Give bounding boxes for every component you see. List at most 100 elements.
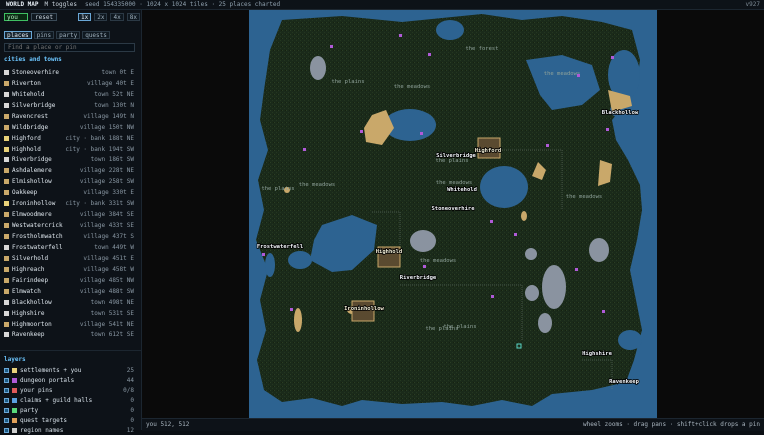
player-position: you 512, 512 xyxy=(146,421,190,428)
zoom-button-2x[interactable]: 2x xyxy=(94,13,108,21)
place-item[interactable]: Elmwoodmere village 384t SE xyxy=(4,209,137,220)
place-name: Highreach xyxy=(12,265,45,273)
place-item[interactable]: Silverbridge town 130t N xyxy=(4,100,137,111)
layer-toggle[interactable]: settlements + you 25 xyxy=(4,365,137,375)
place-item[interactable]: Elmwatch village 488t SW xyxy=(4,286,137,297)
place-name: Highhold xyxy=(12,145,41,153)
place-item[interactable]: Ironinhollow city · bank 331t SW xyxy=(4,198,137,209)
tab-party[interactable]: party xyxy=(56,31,81,39)
tab-places[interactable]: places xyxy=(4,31,32,39)
place-swatch xyxy=(4,69,9,75)
sidebar-tabs: places pins party quests xyxy=(4,31,110,39)
place-item[interactable]: Ravencrest village 149t N xyxy=(4,111,137,122)
place-name: Ashdalemere xyxy=(12,167,52,175)
layer-toggle[interactable]: region names 12 xyxy=(4,425,137,435)
zoom-button-1x[interactable]: 1x xyxy=(78,13,92,21)
place-name: Silverbridge xyxy=(12,101,56,109)
version-label: v927 xyxy=(745,1,760,8)
place-swatch xyxy=(4,255,9,261)
layer-swatch xyxy=(12,387,17,393)
settlement-label[interactable]: Stoneoverhire xyxy=(431,205,476,213)
checkbox-icon[interactable] xyxy=(4,387,9,393)
place-swatch xyxy=(4,179,9,185)
settlement-label[interactable]: Whitehold xyxy=(446,186,477,194)
zoom-selector: 1x 2x 4x 8x xyxy=(78,13,140,21)
app-title: WORLD MAP xyxy=(6,1,39,8)
place-item[interactable]: Highshire town 531t SE xyxy=(4,308,137,319)
layer-name: settlements + you xyxy=(20,366,82,374)
checkbox-icon[interactable] xyxy=(4,427,9,433)
place-swatch xyxy=(4,146,9,152)
settlement-label[interactable]: Ironinhollow xyxy=(343,305,385,313)
place-meta: village 433t SE xyxy=(79,222,134,230)
place-name: Riverbridge xyxy=(12,156,52,164)
settlement-label[interactable]: Silverbridge xyxy=(435,152,477,160)
place-meta: town 498t NE xyxy=(90,298,134,306)
place-name: Silverhold xyxy=(12,254,49,262)
layers-heading: layers xyxy=(4,356,26,363)
layer-toggle[interactable]: your pins 0/8 xyxy=(4,385,137,395)
layer-toggle[interactable]: claims + guild halls 0 xyxy=(4,395,137,405)
place-item[interactable]: Ravenkeep town 612t SE xyxy=(4,330,137,341)
place-item[interactable]: Wildbridge village 150t NW xyxy=(4,122,137,133)
region-label: the meadows xyxy=(394,84,430,90)
place-item[interactable]: Riverbridge town 186t SW xyxy=(4,155,137,166)
place-name: Elmwatch xyxy=(12,287,41,295)
place-item[interactable]: Stoneoverhire town 0t E xyxy=(4,67,137,78)
zoom-button-8x[interactable]: 8x xyxy=(126,13,140,21)
reset-button[interactable]: reset xyxy=(31,13,58,21)
place-item[interactable]: Frostholmwatch village 437t S xyxy=(4,231,137,242)
place-name: Highmoorton xyxy=(12,320,52,328)
layer-swatch xyxy=(12,417,17,423)
settlement-label[interactable]: Blackhollow xyxy=(601,109,640,117)
place-meta: town 130t N xyxy=(94,101,134,109)
place-meta: village 485t NW xyxy=(79,276,134,284)
place-item[interactable]: Highhold city · bank 194t SW xyxy=(4,144,137,155)
zoom-button-4x[interactable]: 4x xyxy=(110,13,124,21)
settlement-label[interactable]: Frostwaterfell xyxy=(256,243,304,251)
place-swatch xyxy=(4,80,9,86)
settlement-label[interactable]: Highford xyxy=(474,147,502,155)
place-item[interactable]: Fairindeep village 485t NW xyxy=(4,275,137,286)
place-item[interactable]: Highford city · bank 188t NE xyxy=(4,133,137,144)
place-item[interactable]: Elmishollow village 258t SW xyxy=(4,176,137,187)
settlement-label[interactable]: Highhold xyxy=(375,248,403,256)
layer-name: party xyxy=(20,406,39,414)
settlement-label[interactable]: Ravenkeep xyxy=(608,378,640,386)
place-swatch xyxy=(4,266,9,272)
place-item[interactable]: Highreach village 458t W xyxy=(4,264,137,275)
world-map[interactable]: the forest the plains the meadows the meado… xyxy=(142,10,764,418)
place-meta: village 488t SW xyxy=(79,287,134,295)
tab-quests[interactable]: quests xyxy=(82,31,110,39)
place-swatch xyxy=(4,201,9,207)
place-item[interactable]: Whitehold town 52t NE xyxy=(4,89,137,100)
place-name: Wildbridge xyxy=(12,123,49,131)
map-viewport[interactable]: the forest the plains the meadows the meado… xyxy=(142,10,764,418)
layer-toggle[interactable]: dungeon portals 44 xyxy=(4,375,137,385)
layer-toggle[interactable]: quest targets 0 xyxy=(4,415,137,425)
place-swatch xyxy=(4,310,9,316)
layer-name: region names xyxy=(20,426,64,434)
place-item[interactable]: Frostwaterfell town 449t W xyxy=(4,242,137,253)
place-name: Oakkeep xyxy=(12,189,38,197)
place-item[interactable]: Silverhold village 451t E xyxy=(4,253,137,264)
player-input[interactable]: you xyxy=(4,13,28,21)
place-item[interactable]: Blackhollow town 498t NE xyxy=(4,297,137,308)
place-item[interactable]: Highmoorton village 541t NE xyxy=(4,319,137,330)
layer-toggle[interactable]: party 0 xyxy=(4,405,137,415)
place-swatch xyxy=(4,113,9,119)
settlement-label[interactable]: Riverbridge xyxy=(399,274,438,282)
checkbox-icon[interactable] xyxy=(4,407,9,413)
tab-pins[interactable]: pins xyxy=(33,31,55,39)
settlement-label[interactable]: Highshire xyxy=(581,350,613,358)
place-item[interactable]: Westwatercrick village 433t SE xyxy=(4,220,137,231)
place-item[interactable]: Ashdalemere village 228t NE xyxy=(4,165,137,176)
search-input[interactable] xyxy=(4,43,135,52)
place-item[interactable]: Riverton village 40t E xyxy=(4,78,137,89)
checkbox-icon[interactable] xyxy=(4,367,9,373)
checkbox-icon[interactable] xyxy=(4,377,9,383)
checkbox-icon[interactable] xyxy=(4,417,9,423)
place-name: Elmishollow xyxy=(12,178,52,186)
checkbox-icon[interactable] xyxy=(4,397,9,403)
place-item[interactable]: Oakkeep village 330t E xyxy=(4,187,137,198)
